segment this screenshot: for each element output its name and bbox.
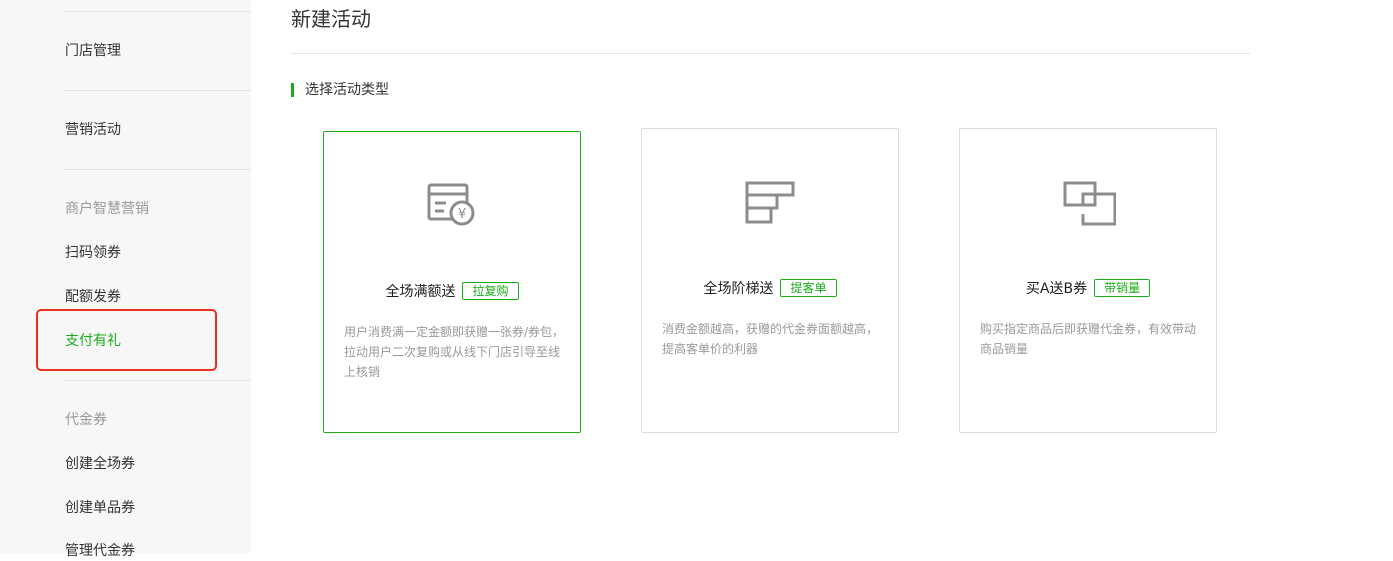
sidebar-divider (65, 90, 251, 91)
sidebar-item-store-management[interactable]: 门店管理 (65, 41, 121, 61)
sidebar-item-manage-vouchers[interactable]: 管理代金券 (65, 541, 135, 561)
card-tag: 拉复购 (462, 282, 519, 300)
sidebar-item-quota-coupon[interactable]: 配额发券 (65, 287, 121, 307)
activity-card-ladder[interactable]: 全场阶梯送 提客单 消费金额越高，获赠的代金券面额越高，提高客单价的利器 (641, 128, 899, 433)
sidebar-divider (65, 11, 251, 12)
sidebar: 门店管理 营销活动 商户智慧营销 扫码领券 配额发券 支付有礼 代金券 创建全场… (0, 0, 251, 559)
overlap-squares-icon (1063, 181, 1116, 226)
card-description: 用户消费满一定金额即获赠一张券/券包，拉动用户二次复购或从线下门店引导至线上核销 (344, 325, 565, 379)
card-title: 全场阶梯送 (703, 281, 774, 297)
card-title-row: 全场阶梯送 提客单 (642, 278, 898, 298)
sidebar-section-vouchers: 代金券 (65, 412, 107, 428)
svg-text:¥: ¥ (458, 207, 466, 222)
sidebar-section-smart-marketing: 商户智慧营销 (65, 201, 149, 217)
sidebar-item-create-store-voucher[interactable]: 创建全场券 (65, 454, 135, 474)
activity-card-store-threshold[interactable]: ¥ 全场满额送 拉复购 用户消费满一定金额即获赠一张券/券包，拉动用户二次复购或… (323, 131, 581, 433)
card-tag: 提客单 (780, 279, 837, 297)
card-description: 购买指定商品后即获赠代金券，有效带动商品销量 (980, 322, 1197, 356)
card-description: 消费金额越高，获赠的代金券面额越高，提高客单价的利器 (662, 322, 879, 356)
sidebar-item-create-product-voucher[interactable]: 创建单品券 (65, 498, 135, 518)
card-title: 买A送B券 (1025, 281, 1088, 297)
activity-card-buy-a-get-b[interactable]: 买A送B券 带销量 购买指定商品后即获赠代金券，有效带动商品销量 (959, 128, 1217, 433)
sidebar-divider (65, 169, 251, 170)
title-divider (291, 53, 1250, 54)
sidebar-divider (65, 380, 251, 381)
card-title: 全场满额送 (385, 284, 456, 300)
card-title-row: 全场满额送 拉复购 (324, 281, 580, 301)
sidebar-item-marketing-activities[interactable]: 营销活动 (65, 120, 121, 140)
page-title: 新建活动 (291, 7, 371, 31)
sidebar-item-scan-coupon[interactable]: 扫码领券 (65, 243, 121, 263)
section-header: 选择活动类型 (291, 82, 389, 98)
highlight-annotation (36, 309, 217, 371)
ladder-steps-icon (745, 181, 795, 224)
card-tag: 带销量 (1094, 279, 1151, 297)
voucher-yen-icon: ¥ (427, 183, 475, 226)
section-title: 选择活动类型 (305, 82, 389, 98)
card-title-row: 买A送B券 带销量 (960, 278, 1216, 298)
section-accent-bar (291, 83, 294, 97)
